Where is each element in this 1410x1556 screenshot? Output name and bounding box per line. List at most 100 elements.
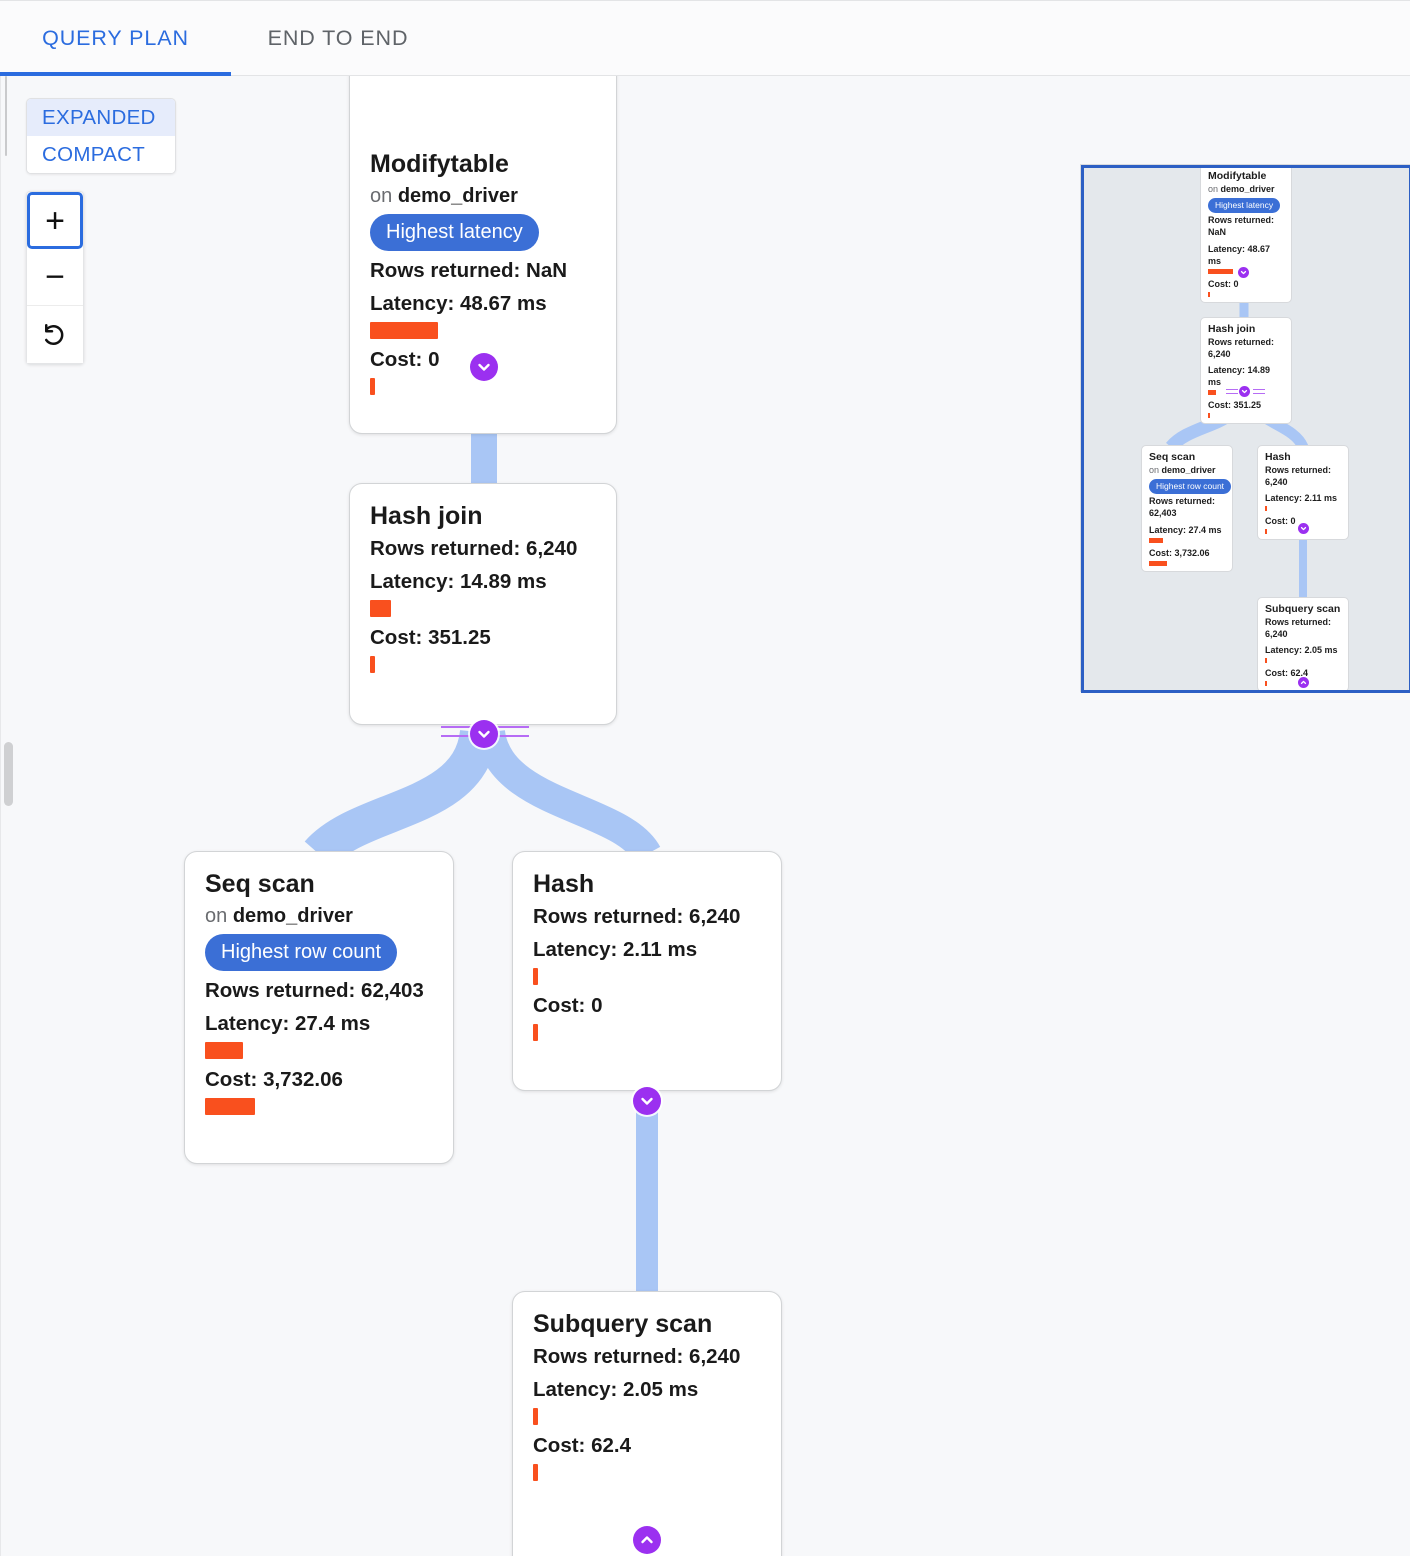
edge-hashjoin-seqscan [319, 732, 479, 854]
metric-cost: Cost: 0 [533, 994, 761, 1018]
query-plan-page: QUERY PLAN END TO END Modifytable [0, 0, 1410, 1556]
latency-bar [205, 1042, 243, 1059]
mm-cost-bar [1149, 561, 1167, 566]
cost-bar [205, 1098, 255, 1115]
mm-node-table-name: demo_driver [1162, 465, 1216, 475]
tab-end-to-end[interactable]: END TO END [231, 1, 445, 76]
mm-metric-rows-returned: Rows returned: NaN [1208, 214, 1284, 238]
mm-node-title: Subquery scan [1265, 603, 1341, 616]
chevron-down-icon [639, 1093, 655, 1109]
graph-canvas[interactable]: Modifytable on demo_driver Highest laten… [0, 76, 1410, 1556]
chevron-up-icon [1300, 679, 1307, 686]
collapse-handle-modifytable[interactable] [470, 353, 498, 381]
mm-metric-latency: Latency: 2.05 ms [1265, 644, 1341, 656]
metric-latency: Latency: 2.11 ms [533, 938, 761, 962]
metric-latency: Latency: 14.89 ms [370, 570, 596, 594]
tab-query-plan[interactable]: QUERY PLAN [0, 1, 231, 76]
chevron-up-icon [639, 1532, 655, 1548]
metric-rows-returned: Rows returned: 62,403 [205, 979, 433, 1003]
metric-rows-returned: Rows returned: NaN [370, 259, 596, 283]
node-title: Hash [533, 870, 761, 900]
latency-bar [533, 968, 538, 985]
mm-node-subtitle: on demo_driver [1208, 183, 1284, 195]
mm-multi-edge-line-left-bottom [1226, 393, 1238, 394]
mm-latency-bar [1208, 390, 1216, 395]
chevron-down-icon [476, 359, 492, 375]
mm-latency-bar [1149, 538, 1163, 543]
metric-cost: Cost: 3,732.06 [205, 1068, 433, 1092]
mm-latency-bar [1208, 269, 1233, 274]
mm-node-title: Modifytable [1208, 170, 1284, 183]
chevron-down-icon [1300, 525, 1307, 532]
multi-edge-line-left-top [441, 726, 473, 728]
mm-metric-latency: Latency: 14.89 ms [1208, 364, 1284, 388]
mm-node-title: Hash [1265, 451, 1341, 464]
mm-multi-edge-line-right-bottom [1253, 393, 1265, 394]
mm-metric-cost: Cost: 351.25 [1208, 399, 1284, 411]
mm-status-badge-highest-latency: Highest latency [1208, 198, 1280, 214]
latency-bar [370, 322, 438, 339]
collapse-handle-hash-join[interactable] [470, 720, 498, 748]
mm-cost-bar [1208, 413, 1210, 418]
collapse-handle-hash[interactable] [633, 1087, 661, 1115]
edge-hashjoin-hash [490, 732, 647, 854]
mm-metric-rows-returned: Rows returned: 62,403 [1149, 495, 1225, 519]
latency-bar [533, 1408, 538, 1425]
mm-metric-latency: Latency: 2.11 ms [1265, 492, 1341, 504]
chevron-down-icon [1240, 269, 1247, 276]
node-table-name: demo_driver [233, 905, 353, 927]
node-on-prefix: on [205, 905, 233, 927]
plan-node-seq-scan[interactable]: Seq scan on demo_driver Highest row coun… [184, 851, 454, 1164]
mm-latency-bar [1265, 506, 1267, 511]
minimap-node-modifytable[interactable]: Modifytable on demo_driver Highest laten… [1200, 164, 1292, 303]
mm-cost-bar [1265, 681, 1267, 686]
mm-node-title: Hash join [1208, 323, 1284, 336]
minimap-node-hash-join[interactable]: Hash join Rows returned: 6,240 Latency: … [1200, 317, 1292, 424]
node-subtitle: on demo_driver [205, 905, 433, 928]
node-table-name: demo_driver [398, 185, 518, 207]
node-title: Seq scan [205, 870, 433, 900]
mm-cost-bar [1265, 529, 1267, 534]
mm-multi-edge-line-right-top [1253, 389, 1265, 390]
tab-query-plan-label: QUERY PLAN [42, 26, 189, 51]
minimap[interactable]: Modifytable on demo_driver Highest laten… [1080, 164, 1410, 692]
status-badge-highest-latency: Highest latency [370, 214, 539, 251]
expand-handle-subquery-scan[interactable] [633, 1526, 661, 1554]
plan-node-hash[interactable]: Hash Rows returned: 6,240 Latency: 2.11 … [512, 851, 782, 1091]
node-title: Hash join [370, 502, 596, 532]
mm-collapse-handle-hash-join[interactable] [1239, 386, 1250, 397]
plan-node-hash-join[interactable]: Hash join Rows returned: 6,240 Latency: … [349, 483, 617, 725]
mm-collapse-handle-hash[interactable] [1298, 523, 1309, 534]
metric-latency: Latency: 48.67 ms [370, 292, 596, 316]
mm-node-on-prefix: on [1208, 184, 1221, 194]
multi-edge-line-right-top [497, 726, 529, 728]
chevron-down-icon [1241, 388, 1248, 395]
metric-rows-returned: Rows returned: 6,240 [533, 1345, 761, 1369]
mm-collapse-handle-modifytable[interactable] [1238, 267, 1249, 278]
mm-expand-handle-subquery-scan[interactable] [1298, 677, 1309, 688]
minimap-node-seq-scan[interactable]: Seq scan on demo_driver Highest row coun… [1141, 445, 1233, 572]
mm-metric-rows-returned: Rows returned: 6,240 [1265, 616, 1341, 640]
mm-node-subtitle: on demo_driver [1149, 464, 1225, 476]
mm-metric-cost: Cost: 3,732.06 [1149, 547, 1225, 559]
tab-end-to-end-label: END TO END [268, 26, 409, 51]
mm-node-table-name: demo_driver [1221, 184, 1275, 194]
node-title: Modifytable [370, 150, 596, 180]
node-title: Subquery scan [533, 1310, 761, 1340]
status-badge-highest-row-count: Highest row count [205, 934, 397, 971]
node-on-prefix: on [370, 185, 398, 207]
metric-rows-returned: Rows returned: 6,240 [533, 905, 761, 929]
multi-edge-line-left-bottom [441, 735, 473, 737]
metric-latency: Latency: 27.4 ms [205, 1012, 433, 1036]
mm-metric-latency: Latency: 27.4 ms [1149, 524, 1225, 536]
multi-edge-line-right-bottom [497, 735, 529, 737]
metric-cost: Cost: 351.25 [370, 626, 596, 650]
tab-bar: QUERY PLAN END TO END [0, 0, 1410, 76]
cost-bar [370, 378, 375, 395]
node-subtitle: on demo_driver [370, 185, 596, 208]
metric-latency: Latency: 2.05 ms [533, 1378, 761, 1402]
mm-latency-bar [1265, 658, 1267, 663]
mm-node-title: Seq scan [1149, 451, 1225, 464]
plan-node-subquery-scan[interactable]: Subquery scan Rows returned: 6,240 Laten… [512, 1291, 782, 1556]
metric-rows-returned: Rows returned: 6,240 [370, 537, 596, 561]
